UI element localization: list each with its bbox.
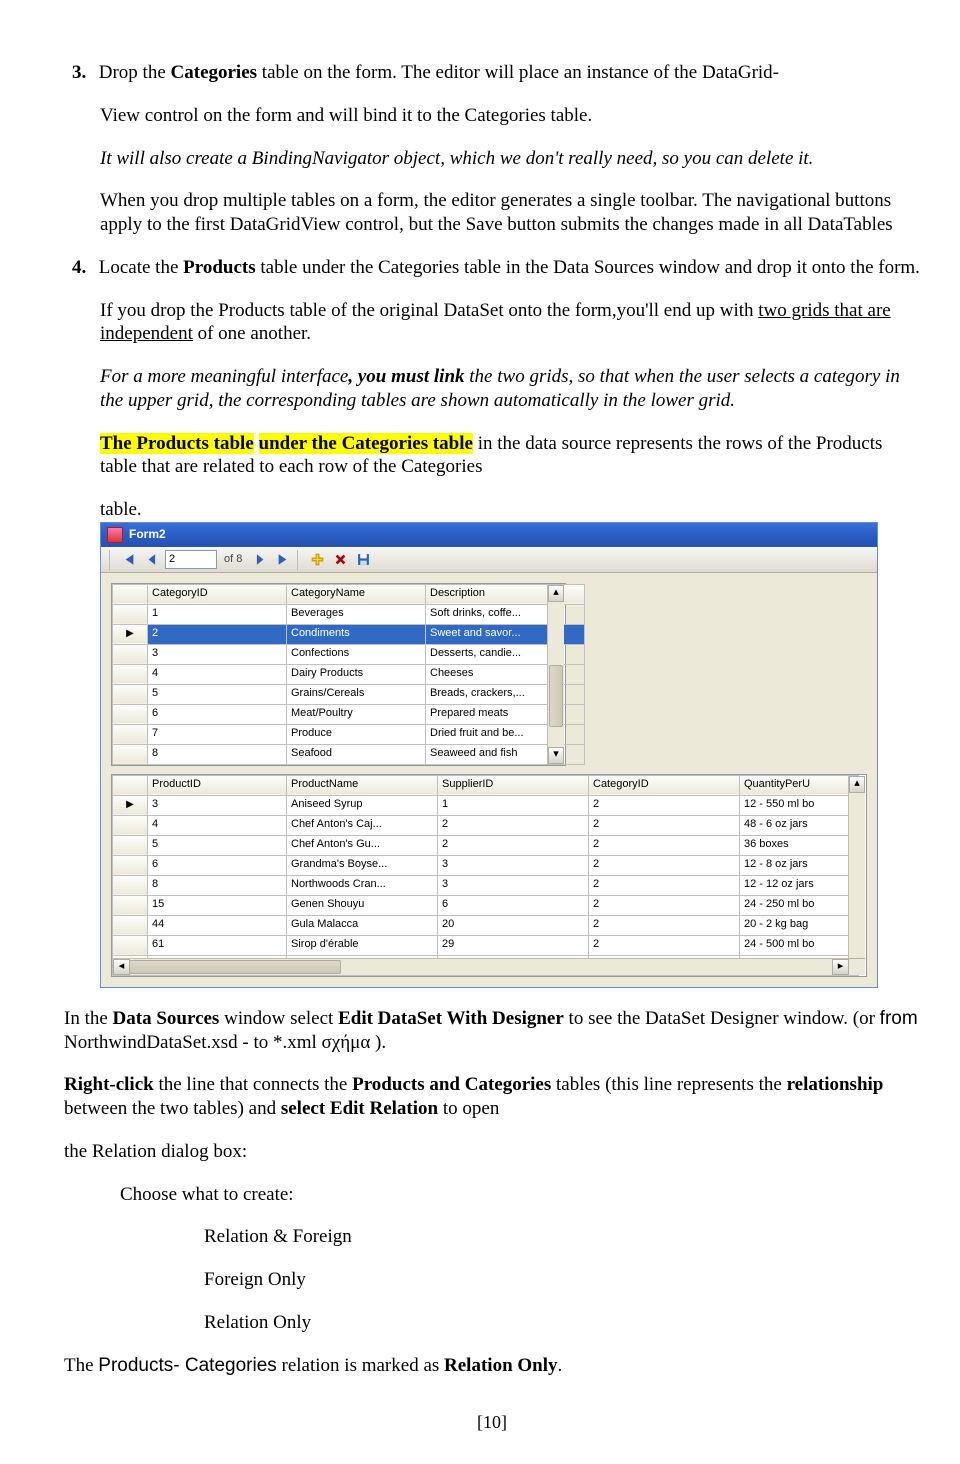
- nav-add-button[interactable]: [307, 550, 327, 570]
- list-item-4: 4. Locate the Products table under the C…: [64, 256, 920, 988]
- scroll-thumb[interactable]: [129, 960, 341, 974]
- nav-last-button[interactable]: [272, 550, 292, 570]
- form-window: Form2 2 of 8: [100, 522, 878, 988]
- table-row[interactable]: 6Grandma's Boyse...3212 - 8 oz jars: [113, 855, 859, 875]
- table-row[interactable]: 44Gula Malacca20220 - 2 kg bag: [113, 915, 859, 935]
- table-row[interactable]: 4Chef Anton's Caj...2248 - 6 oz jars: [113, 815, 859, 835]
- nav-count-label: of 8: [224, 553, 242, 567]
- table-row[interactable]: 7ProduceDried fruit and be...: [113, 724, 585, 744]
- table-row[interactable]: 3ConfectionsDesserts, candie...: [113, 644, 585, 664]
- list-item-3: 3. Drop the Categories table on the form…: [64, 61, 920, 237]
- table-row[interactable]: 61Sirop d'érable29224 - 500 ml bo: [113, 935, 859, 955]
- scroll-up-icon[interactable]: ▴: [548, 585, 564, 602]
- table-row[interactable]: ▶2CondimentsSweet and savor...: [113, 624, 585, 644]
- nav-save-button[interactable]: [353, 550, 373, 570]
- step-number: 3.: [72, 61, 94, 85]
- table-row[interactable]: 1BeveragesSoft drinks, coffe...: [113, 604, 585, 624]
- products-datagrid[interactable]: ProductIDProductNameSupplierIDCategoryID…: [111, 774, 867, 977]
- nav-position-input[interactable]: 2: [165, 550, 217, 569]
- scrollbar-vertical[interactable]: ▴ ▾: [547, 585, 564, 764]
- column-header[interactable]: ProductName: [287, 775, 438, 795]
- nav-delete-button[interactable]: [330, 550, 350, 570]
- scrollbar-vertical[interactable]: ▴ ▾: [848, 776, 865, 975]
- table-row[interactable]: 8Northwoods Cran...3212 - 12 oz jars: [113, 875, 859, 895]
- form-icon: [107, 527, 123, 543]
- table-row[interactable]: 5Chef Anton's Gu...2236 boxes: [113, 835, 859, 855]
- binding-navigator: 2 of 8: [101, 547, 877, 573]
- table-row[interactable]: 15Genen Shouyu6224 - 250 ml bo: [113, 895, 859, 915]
- window-title: Form2: [129, 527, 166, 542]
- categories-datagrid[interactable]: CategoryIDCategoryNameDescription1Bevera…: [111, 583, 566, 766]
- nav-first-button[interactable]: [119, 550, 139, 570]
- scroll-right-icon[interactable]: ▸: [832, 959, 849, 975]
- page-number: [10]: [64, 1411, 920, 1434]
- nav-prev-button[interactable]: [142, 550, 162, 570]
- column-header[interactable]: CategoryName: [287, 584, 426, 604]
- step-number: 4.: [72, 256, 94, 280]
- table-row[interactable]: 5Grains/CerealsBreads, crackers,...: [113, 684, 585, 704]
- column-header[interactable]: CategoryID: [589, 775, 740, 795]
- table-row[interactable]: ▶3Aniseed Syrup1212 - 550 ml bo: [113, 795, 859, 815]
- column-header[interactable]: ProductID: [148, 775, 287, 795]
- column-header[interactable]: QuantityPerU: [740, 775, 859, 795]
- scroll-up-icon[interactable]: ▴: [849, 776, 865, 793]
- title-bar[interactable]: Form2: [101, 523, 877, 547]
- table-row[interactable]: 4Dairy ProductsCheeses: [113, 664, 585, 684]
- scroll-down-icon[interactable]: ▾: [548, 747, 564, 764]
- scroll-left-icon[interactable]: ◂: [113, 959, 130, 975]
- nav-next-button[interactable]: [249, 550, 269, 570]
- column-header[interactable]: SupplierID: [438, 775, 589, 795]
- column-header[interactable]: CategoryID: [148, 584, 287, 604]
- table-row[interactable]: 8SeafoodSeaweed and fish: [113, 744, 585, 764]
- scroll-thumb[interactable]: [549, 665, 563, 727]
- scrollbar-horizontal[interactable]: ◂ ▸: [113, 958, 849, 975]
- table-row[interactable]: 6Meat/PoultryPrepared meats: [113, 704, 585, 724]
